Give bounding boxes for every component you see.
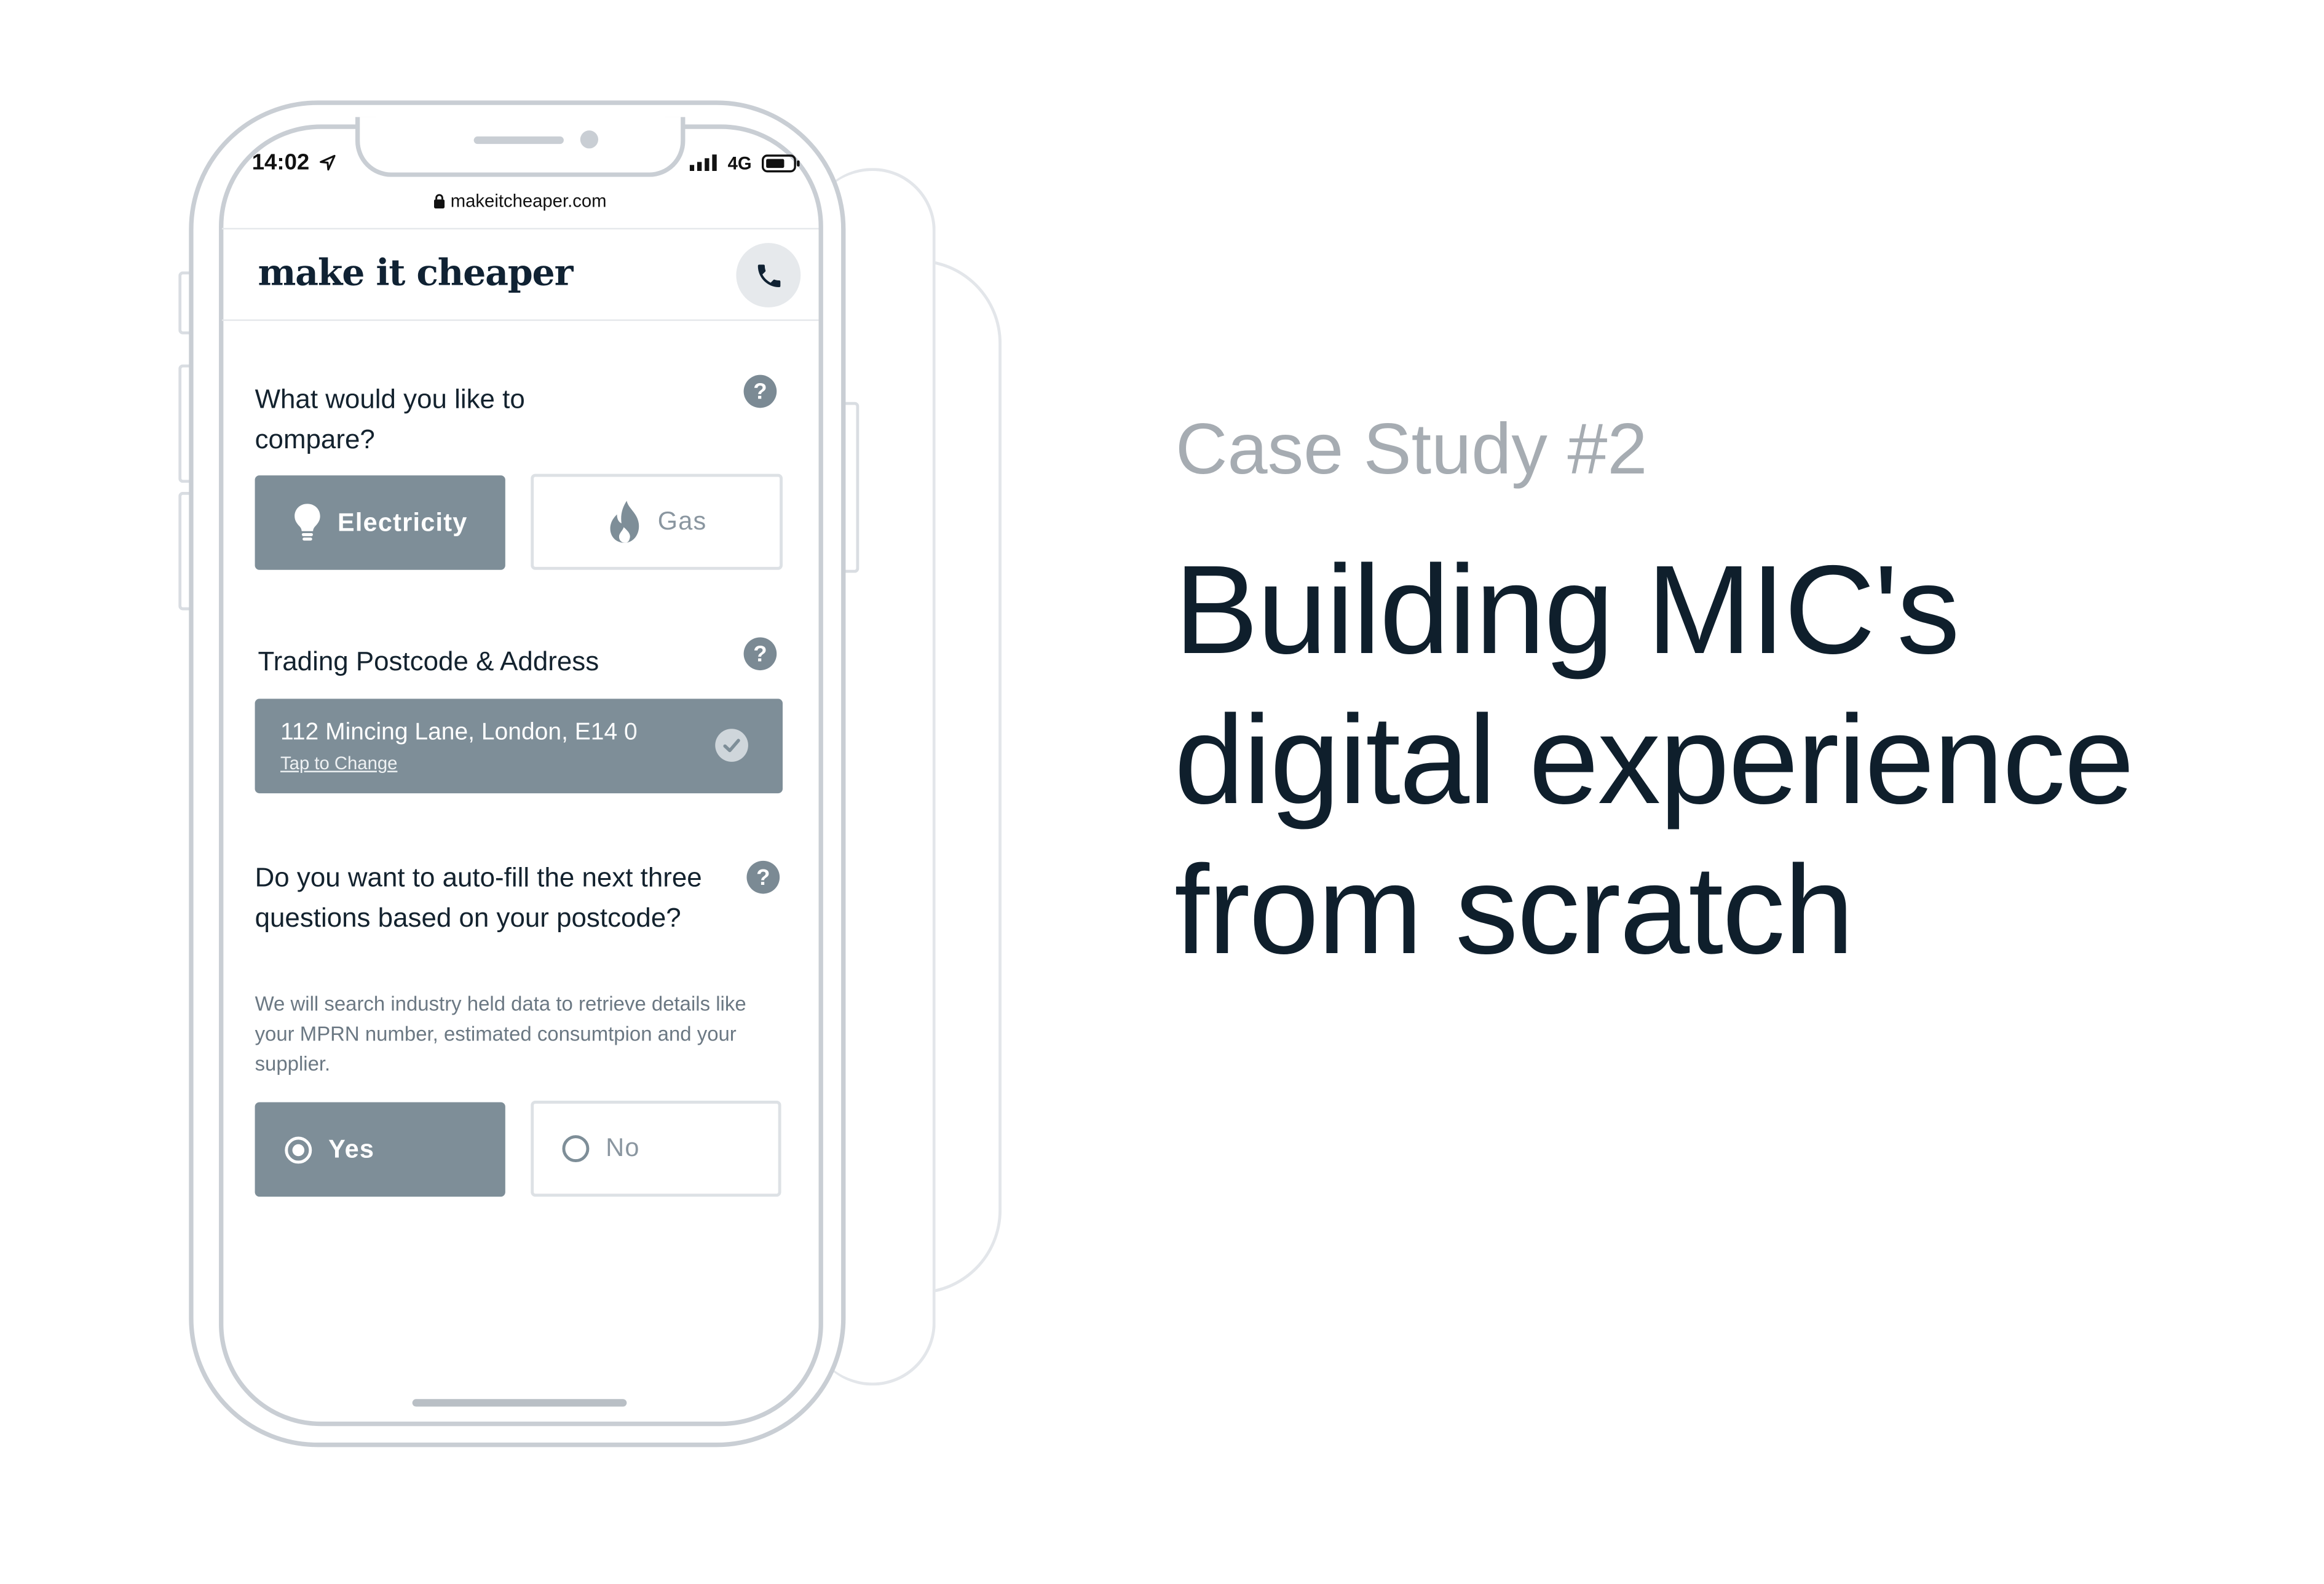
postcode-label: Trading Postcode & Address [258, 646, 599, 676]
case-study-eyebrow: Case Study #2 [1176, 408, 1648, 489]
address-value: 112 Mincing Lane, London, E14 0 [280, 719, 638, 746]
help-icon[interactable]: ? [746, 860, 780, 894]
tap-to-change-link[interactable]: Tap to Change [280, 753, 397, 774]
speaker-grille [473, 136, 564, 145]
check-icon [715, 729, 748, 762]
front-camera [580, 130, 599, 149]
electricity-label: Electricity [337, 507, 468, 536]
location-arrow-icon [319, 154, 335, 171]
gas-label: Gas [657, 507, 707, 536]
yes-label: Yes [328, 1134, 375, 1163]
power-button [844, 402, 860, 573]
help-icon[interactable]: ? [743, 637, 777, 671]
phone-notch [355, 117, 686, 177]
status-indicators: 4G [689, 152, 800, 174]
lock-icon [435, 194, 446, 208]
network-type: 4G [727, 152, 752, 174]
browser-divider [221, 228, 819, 230]
brand-logo[interactable]: make it cheaper [258, 250, 573, 294]
radio-unselected-icon [562, 1135, 590, 1162]
address-fade [630, 713, 690, 759]
no-label: No [606, 1133, 640, 1162]
help-icon[interactable]: ? [743, 374, 777, 408]
call-button[interactable] [736, 243, 801, 307]
headline: Building MIC's digital experience from s… [1174, 539, 2134, 980]
compare-question: What would you like to compare? [255, 384, 525, 454]
header-divider [221, 319, 819, 321]
url-text: makeitcheaper.com [450, 190, 607, 212]
home-indicator [412, 1399, 627, 1407]
phone-icon [757, 264, 780, 287]
slide: 14:02 4G makeitcheaper.com make it cheap… [0, 0, 2324, 1584]
time-text: 14:02 [251, 149, 310, 176]
electricity-option[interactable]: Electricity [255, 475, 505, 570]
address-bar[interactable]: makeitcheaper.com [222, 191, 819, 212]
radio-selected-icon [285, 1136, 312, 1163]
signal-bars-icon [689, 154, 717, 172]
yes-option[interactable]: Yes [255, 1102, 505, 1197]
gas-option[interactable]: Gas [531, 473, 783, 570]
status-time: 14:02 [252, 150, 335, 175]
no-option[interactable]: No [531, 1101, 781, 1197]
battery-icon [761, 154, 799, 173]
autofill-question: Do you want to auto-fill the next three … [255, 862, 702, 933]
lightbulb-icon [294, 503, 320, 540]
autofill-helper-text: We will search industry held data to ret… [255, 992, 746, 1075]
flame-icon [609, 501, 639, 543]
address-field[interactable]: 112 Mincing Lane, London, E14 0 Tap to C… [255, 699, 783, 794]
